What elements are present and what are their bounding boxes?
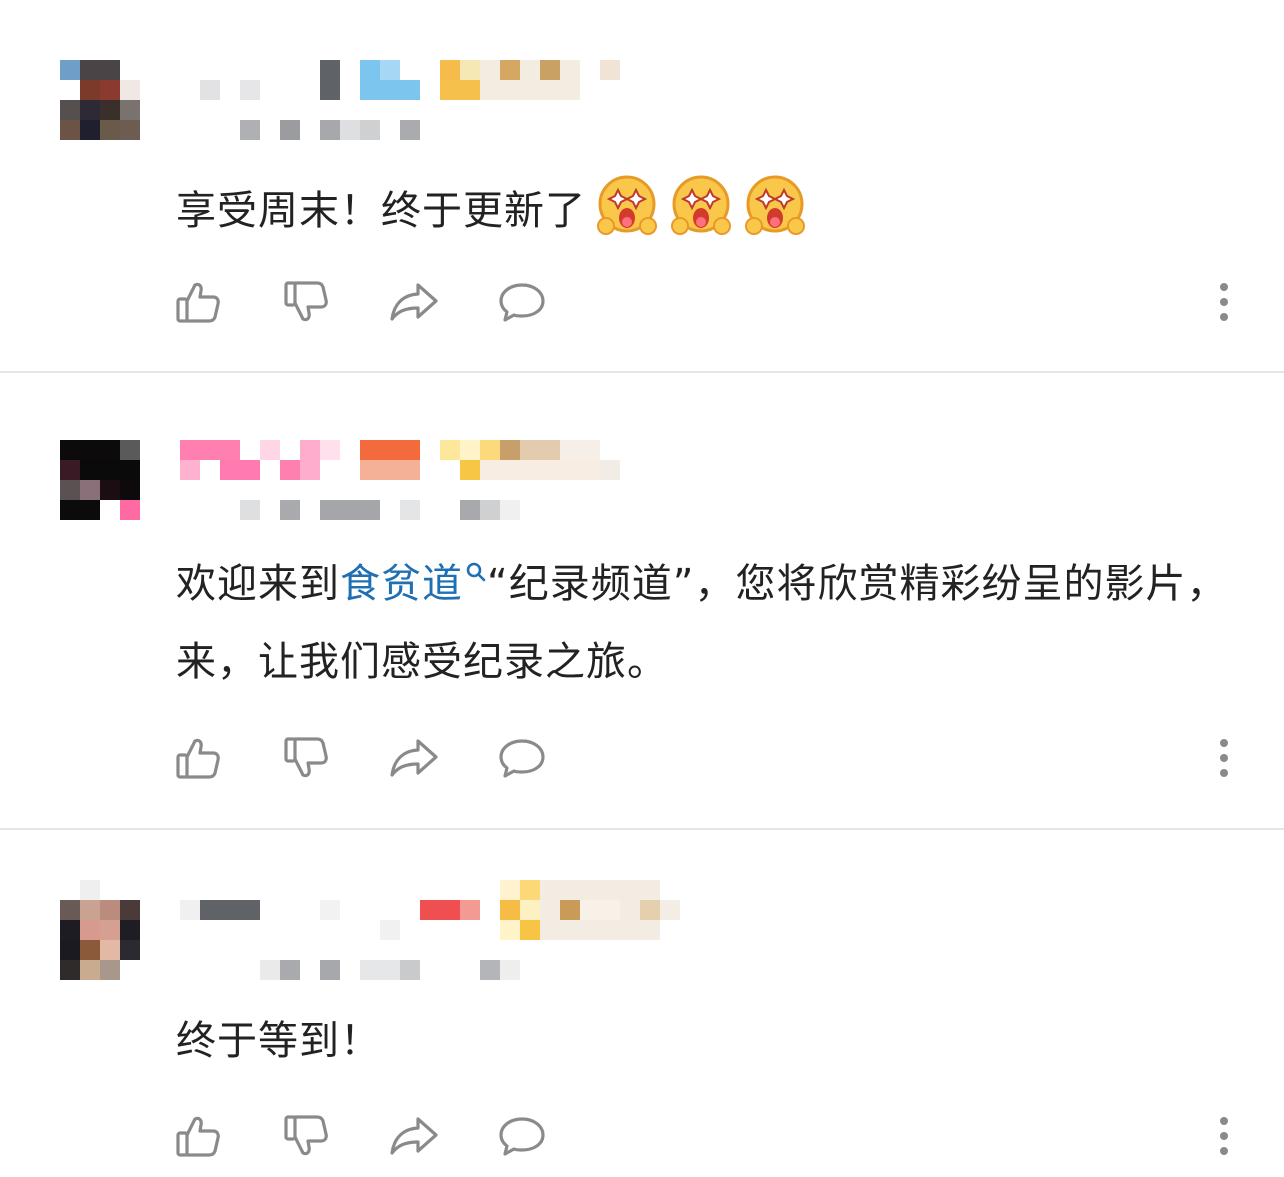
comment-3: 终于等到！ — [0, 830, 1284, 1177]
thumbs-down-icon — [284, 281, 328, 322]
like-button[interactable] — [170, 730, 226, 786]
share-arrow-icon — [390, 1117, 438, 1155]
starry-eyes-emoji-icon — [597, 175, 657, 235]
comment-text-before: 欢迎来到 — [176, 561, 340, 607]
comment-bubble-icon — [499, 1117, 545, 1156]
comment-actions — [0, 274, 1284, 334]
share-button[interactable] — [386, 730, 442, 786]
reply-button[interactable] — [494, 730, 550, 786]
avatar[interactable] — [60, 880, 140, 980]
reply-button[interactable] — [494, 274, 550, 330]
more-options-button[interactable] — [1202, 736, 1246, 780]
username-blurred[interactable] — [180, 60, 640, 100]
thumbs-up-icon — [176, 738, 220, 779]
comment-text: 享受周末！终于更新了 — [176, 172, 1236, 250]
comment-actions — [0, 730, 1284, 790]
timestamp-blurred — [180, 120, 440, 140]
comment-bubble-icon — [499, 283, 545, 322]
avatar[interactable] — [60, 440, 140, 520]
comment-2: 欢迎来到食贫道 “纪录频道”，您将欣赏精彩纷呈的影片，来，让我们感受纪录之旅。 — [0, 373, 1284, 828]
like-button[interactable] — [170, 274, 226, 330]
comment-bubble-icon — [499, 739, 545, 778]
dislike-button[interactable] — [278, 1108, 334, 1164]
more-options-button[interactable] — [1202, 280, 1246, 324]
comment-text-content: 享受周末！终于更新了 — [176, 188, 586, 234]
share-arrow-icon — [390, 283, 438, 321]
more-vertical-icon — [1220, 283, 1228, 321]
timestamp-blurred — [180, 960, 520, 980]
comment-text-content: 终于等到！ — [176, 1018, 381, 1064]
comment-1: 享受周末！终于更新了 — [0, 0, 1284, 372]
timestamp-blurred — [180, 500, 520, 520]
thumbs-up-icon — [176, 1116, 220, 1157]
starry-eyes-emoji-icon — [671, 175, 731, 235]
thumbs-down-icon — [284, 1115, 328, 1156]
username-blurred[interactable] — [180, 440, 620, 480]
comment-text: 终于等到！ — [176, 1002, 1236, 1080]
comment-text: 欢迎来到食贫道 “纪录频道”，您将欣赏精彩纷呈的影片，来，让我们感受纪录之旅。 — [176, 545, 1236, 701]
starry-eyes-emoji-icon — [745, 175, 805, 235]
share-button[interactable] — [386, 1108, 442, 1164]
like-button[interactable] — [170, 1108, 226, 1164]
more-vertical-icon — [1220, 739, 1228, 777]
more-options-button[interactable] — [1202, 1114, 1246, 1158]
comment-actions — [0, 1108, 1284, 1168]
thumbs-down-icon — [284, 737, 328, 778]
reply-button[interactable] — [494, 1108, 550, 1164]
avatar[interactable] — [60, 60, 140, 140]
share-arrow-icon — [390, 739, 438, 777]
dislike-button[interactable] — [278, 730, 334, 786]
dislike-button[interactable] — [278, 274, 334, 330]
more-vertical-icon — [1220, 1117, 1228, 1155]
share-button[interactable] — [386, 274, 442, 330]
thumbs-up-icon — [176, 282, 220, 323]
username-blurred[interactable] — [180, 880, 680, 940]
search-icon[interactable] — [465, 561, 487, 583]
search-link[interactable]: 食贫道 — [340, 561, 463, 607]
